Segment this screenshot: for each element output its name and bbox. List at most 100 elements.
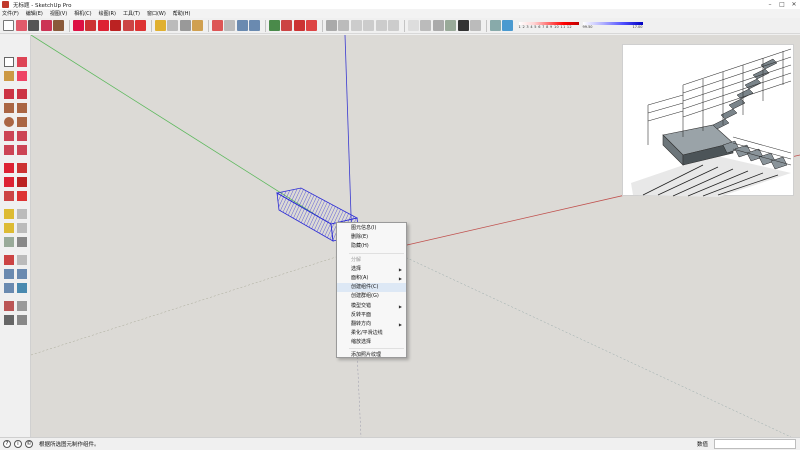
shaded-textures-icon[interactable] xyxy=(457,20,469,31)
xray-icon[interactable] xyxy=(407,20,419,31)
credits-icon[interactable]: © xyxy=(25,440,33,448)
zoom-icon[interactable] xyxy=(4,269,14,279)
right-view-icon[interactable] xyxy=(363,20,374,31)
ctx-add-photo-texture[interactable]: 添加照片纹理 xyxy=(337,351,406,360)
follow-me-icon[interactable] xyxy=(17,177,27,187)
info-icon[interactable]: i xyxy=(14,440,22,448)
rotate-icon[interactable] xyxy=(4,177,14,187)
select-tool-icon[interactable] xyxy=(3,20,14,31)
model-viewport[interactable]: 图元信息(I) 删除(E) 隐藏(H) 分解 选择 ▶ 面积(A) ▶ 创建组件(C… xyxy=(31,35,800,437)
menu-help[interactable]: 帮助(H) xyxy=(173,10,191,17)
menu-view[interactable]: 视图(V) xyxy=(50,10,67,17)
paint-bucket-icon[interactable] xyxy=(4,71,14,81)
ctx-make-component[interactable]: 创建组件(C) xyxy=(337,283,406,293)
zoom-extents-icon[interactable] xyxy=(249,20,260,31)
circle-icon[interactable] xyxy=(4,117,14,127)
scale-icon[interactable] xyxy=(122,20,134,31)
measurements-input[interactable] xyxy=(714,439,796,449)
arc-icon[interactable] xyxy=(40,20,52,31)
ctx-reverse-faces[interactable]: 反转平面 xyxy=(337,311,406,320)
walk-icon[interactable] xyxy=(4,315,14,325)
ctx-zoom-selection[interactable]: 缩放选择 xyxy=(337,338,406,347)
move-icon[interactable] xyxy=(72,20,84,31)
tape-measure-icon[interactable] xyxy=(154,20,166,31)
warehouse-icon[interactable] xyxy=(268,20,280,31)
pan-icon[interactable] xyxy=(17,255,27,265)
zoom-window-icon[interactable] xyxy=(17,269,27,279)
polygon-icon[interactable] xyxy=(17,117,27,127)
line-icon[interactable] xyxy=(4,89,14,99)
tape-measure-icon[interactable] xyxy=(4,209,14,219)
orbit-icon[interactable] xyxy=(4,255,14,265)
paint-bucket-icon[interactable] xyxy=(192,20,203,31)
pencil-icon[interactable] xyxy=(28,20,39,31)
ctx-intersect-faces[interactable]: 模型交错 ▶ xyxy=(337,302,406,311)
push-pull-icon[interactable] xyxy=(17,163,27,173)
ctx-flip-along[interactable]: 翻转方向 ▶ xyxy=(337,320,406,329)
look-around-icon[interactable] xyxy=(17,301,27,311)
left-view-icon[interactable] xyxy=(388,20,399,31)
pie-icon[interactable] xyxy=(17,145,27,155)
position-camera-icon[interactable] xyxy=(4,301,14,311)
menu-window[interactable]: 窗口(W) xyxy=(147,10,166,17)
section-plane-icon[interactable] xyxy=(17,315,27,325)
menu-file[interactable]: 文件(F) xyxy=(2,10,19,17)
freehand-icon[interactable] xyxy=(17,89,27,99)
top-view-icon[interactable] xyxy=(338,20,349,31)
ctx-area[interactable]: 面积(A) ▶ xyxy=(337,274,406,283)
wireframe-icon[interactable] xyxy=(420,20,431,31)
two-point-arc-icon[interactable] xyxy=(17,131,27,141)
text-icon[interactable] xyxy=(167,20,178,31)
monochrome-icon[interactable] xyxy=(470,20,481,31)
menu-edit[interactable]: 编辑(E) xyxy=(26,10,43,17)
eraser-icon[interactable] xyxy=(15,20,27,31)
share-model-icon[interactable] xyxy=(293,20,305,31)
ctx-delete[interactable]: 删除(E) xyxy=(337,233,406,242)
ctx-entity-info[interactable]: 图元信息(I) xyxy=(337,224,406,233)
eraser-icon[interactable] xyxy=(17,71,27,81)
rectangle-icon[interactable] xyxy=(53,20,64,31)
ctx-hide[interactable]: 隐藏(H) xyxy=(337,242,406,251)
protractor-icon[interactable] xyxy=(4,223,14,233)
back-view-icon[interactable] xyxy=(375,20,387,31)
help-icon[interactable]: ? xyxy=(3,440,11,448)
extension-icon[interactable] xyxy=(306,20,317,31)
menu-draw[interactable]: 绘图(R) xyxy=(99,10,116,17)
orbit-icon[interactable] xyxy=(211,20,223,31)
components-icon[interactable] xyxy=(281,20,292,31)
axes-icon[interactable] xyxy=(4,237,14,247)
select-tool-icon[interactable] xyxy=(4,57,14,67)
section-plane-icon[interactable] xyxy=(489,20,501,31)
follow-me-icon[interactable] xyxy=(110,20,121,31)
dimension-icon[interactable] xyxy=(17,209,27,219)
menu-tools[interactable]: 工具(T) xyxy=(123,10,140,17)
rotate-icon[interactable] xyxy=(97,20,109,31)
ctx-select[interactable]: 选择 ▶ xyxy=(337,265,406,274)
maximize-button[interactable]: □ xyxy=(776,0,788,9)
offset-icon[interactable] xyxy=(17,191,27,201)
close-button[interactable]: ✕ xyxy=(788,0,800,9)
previous-view-icon[interactable] xyxy=(17,283,27,293)
move-icon[interactable] xyxy=(4,163,14,173)
make-component-icon[interactable] xyxy=(17,57,27,67)
minimize-button[interactable]: – xyxy=(764,0,776,9)
front-view-icon[interactable] xyxy=(350,20,362,31)
scale-icon[interactable] xyxy=(4,191,14,201)
offset-icon[interactable] xyxy=(135,20,146,31)
display-section-icon[interactable] xyxy=(502,20,513,31)
menu-camera[interactable]: 相机(C) xyxy=(74,10,91,17)
shaded-icon[interactable] xyxy=(445,20,456,31)
ctx-soften-edges[interactable]: 柔化/平滑边线 xyxy=(337,329,406,338)
text-icon[interactable] xyxy=(17,223,27,233)
three-point-arc-icon[interactable] xyxy=(4,145,14,155)
rotated-rectangle-icon[interactable] xyxy=(17,103,27,113)
axes-icon[interactable] xyxy=(179,20,191,31)
3d-text-icon[interactable] xyxy=(17,237,27,247)
hidden-line-icon[interactable] xyxy=(432,20,444,31)
zoom-icon[interactable] xyxy=(236,20,248,31)
zoom-extents-icon[interactable] xyxy=(4,283,14,293)
arc-icon[interactable] xyxy=(4,131,14,141)
iso-view-icon[interactable] xyxy=(325,20,337,31)
ctx-make-group[interactable]: 创建群组(G) xyxy=(337,292,406,301)
pan-icon[interactable] xyxy=(224,20,235,31)
